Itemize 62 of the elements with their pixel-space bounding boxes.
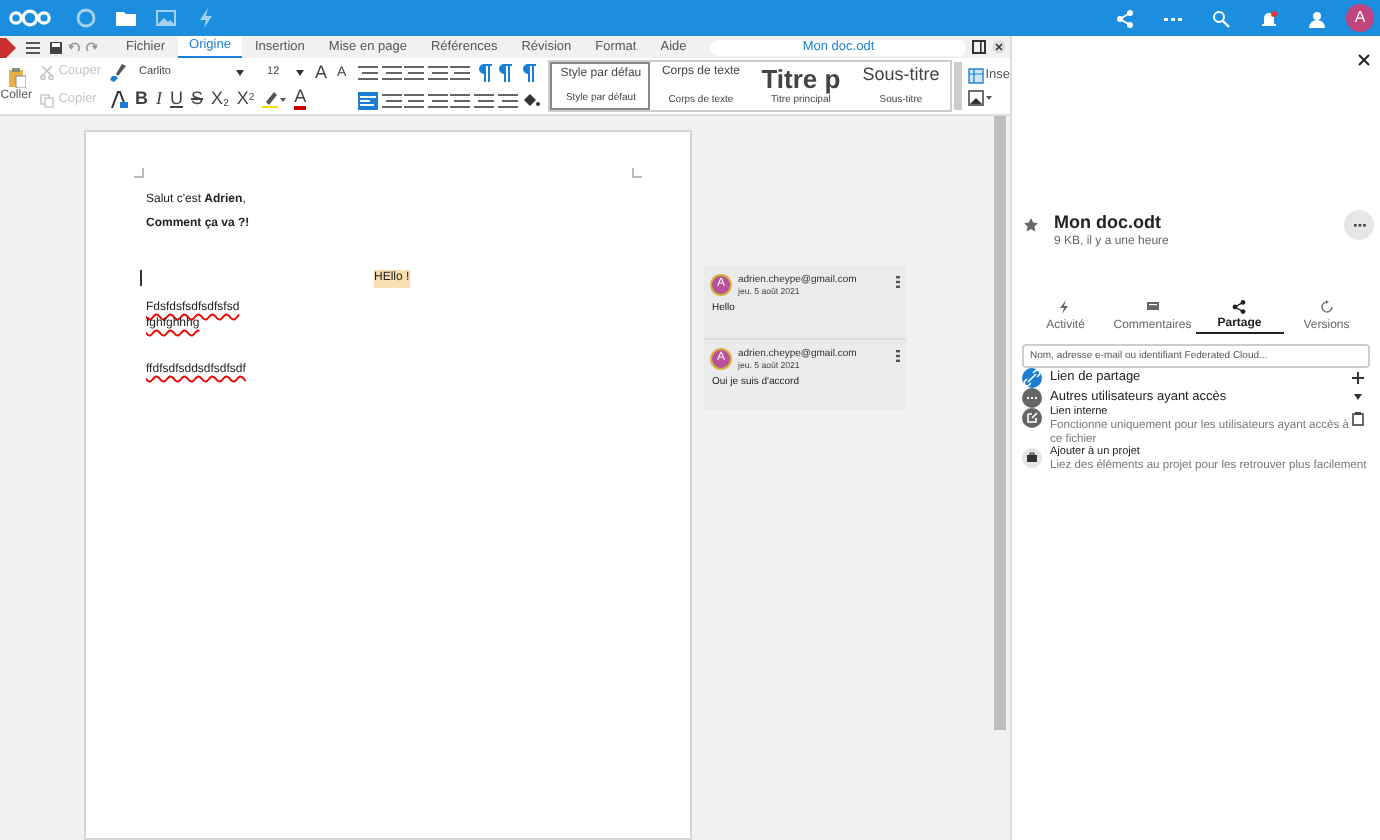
borders-icon[interactable] — [498, 91, 519, 109]
paragraph-ltr-icon[interactable] — [498, 63, 517, 81]
image-insert-icon[interactable] — [967, 90, 992, 107]
sub-button[interactable]: X$_{2}$ — [211, 90, 229, 108]
pilcrow-icon[interactable] — [473, 63, 494, 81]
underline-button[interactable]: U — [170, 90, 184, 108]
star-icon[interactable] — [1024, 218, 1038, 232]
highlight-icon[interactable] — [262, 90, 287, 108]
scrollbar[interactable] — [994, 116, 1006, 730]
indent-icon[interactable] — [427, 63, 448, 81]
comment-icon — [1145, 300, 1160, 314]
paragraph-spacing-icon[interactable] — [473, 91, 494, 109]
link-icon — [1022, 368, 1042, 388]
more-icon — [1022, 388, 1042, 408]
logo-icon[interactable] — [8, 8, 52, 28]
save-icon[interactable] — [50, 41, 62, 53]
briefcase-icon — [1022, 448, 1042, 468]
panel-icon[interactable] — [972, 40, 986, 54]
clipboard-icon — [7, 67, 26, 87]
share-icon[interactable] — [1116, 9, 1134, 27]
caret-icon — [295, 69, 304, 75]
share-icon — [1232, 300, 1247, 314]
grow-font-button[interactable]: A — [315, 63, 328, 81]
bullet-list-icon[interactable] — [358, 63, 379, 81]
person-icon[interactable] — [1308, 9, 1326, 27]
align-center-icon[interactable] — [381, 91, 402, 109]
lightning-icon — [1058, 300, 1073, 314]
strike-button[interactable]: S — [191, 90, 204, 108]
bell-icon[interactable] — [1260, 9, 1278, 27]
clear-format-icon[interactable] — [109, 90, 128, 108]
external-link-icon — [1022, 408, 1042, 428]
sup-button[interactable]: X$^{2}$ — [236, 90, 255, 108]
table-icon[interactable] — [967, 67, 984, 83]
line-spacing-icon[interactable] — [450, 91, 471, 109]
cut-icon — [40, 65, 55, 79]
outline-list-icon[interactable] — [404, 63, 425, 81]
align-left-icon[interactable] — [358, 91, 379, 109]
search-icon[interactable] — [1212, 9, 1230, 27]
more-button[interactable] — [1344, 210, 1374, 240]
font-color-button[interactable]: A — [294, 88, 307, 110]
align-right-icon[interactable] — [404, 91, 425, 109]
clipboard-icon[interactable] — [1352, 412, 1364, 426]
caret-down-icon[interactable] — [1354, 394, 1362, 400]
fill-icon[interactable] — [521, 91, 540, 109]
bold-button[interactable]: B — [135, 90, 149, 108]
paragraph-rtl-icon[interactable] — [521, 63, 540, 81]
text-cursor — [140, 270, 142, 286]
avatar[interactable]: A — [1346, 4, 1374, 32]
close-icon[interactable] — [1358, 54, 1370, 66]
copy-icon — [40, 93, 55, 107]
menu-icon[interactable] — [26, 41, 40, 53]
plus-icon[interactable] — [1352, 372, 1364, 384]
brush-icon[interactable] — [109, 63, 126, 81]
justify-icon[interactable] — [427, 91, 448, 109]
file-title: Mon doc.odt — [1054, 210, 1163, 234]
history-icon — [1319, 300, 1334, 314]
numbered-list-icon[interactable] — [381, 63, 402, 81]
outdent-icon[interactable] — [450, 63, 471, 81]
close-icon[interactable] — [992, 40, 1006, 54]
italic-button[interactable]: I — [156, 90, 163, 108]
sidebar-toggle-icon[interactable] — [0, 37, 16, 57]
caret-icon — [235, 69, 244, 75]
